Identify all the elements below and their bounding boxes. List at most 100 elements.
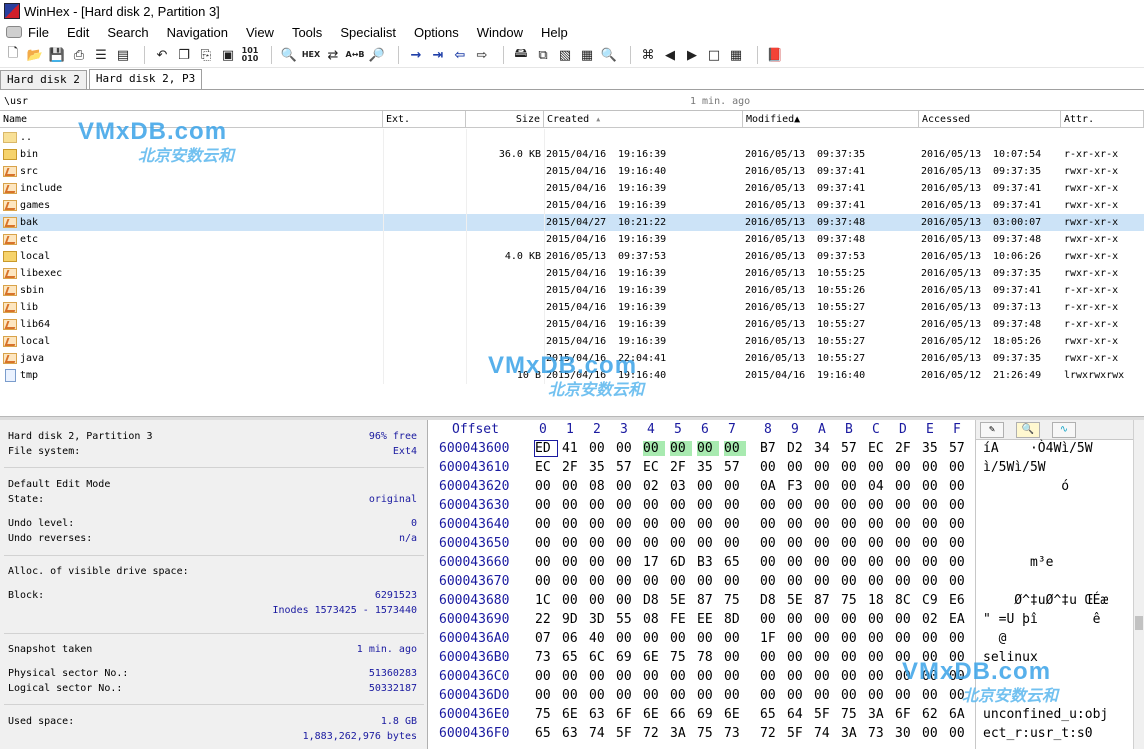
hex-byte[interactable]: 00 bbox=[589, 555, 611, 570]
hex-byte[interactable]: 00 bbox=[724, 479, 746, 494]
hex-byte[interactable]: 04 bbox=[868, 479, 890, 494]
copy-icon[interactable]: ❐ bbox=[175, 46, 193, 64]
hex-byte[interactable]: 00 bbox=[841, 612, 863, 627]
hex-byte[interactable]: 73 bbox=[535, 650, 557, 665]
hex-byte[interactable]: 00 bbox=[616, 593, 638, 608]
hex-byte[interactable]: 0A bbox=[760, 479, 782, 494]
hex-byte[interactable]: 00 bbox=[589, 688, 611, 703]
hex-byte[interactable]: 00 bbox=[724, 536, 746, 551]
hex-byte[interactable]: 74 bbox=[589, 726, 611, 741]
template-icon[interactable]: 🔍 bbox=[1016, 422, 1040, 438]
hex-byte[interactable]: 8D bbox=[724, 612, 746, 627]
hex-byte[interactable]: 35 bbox=[589, 460, 611, 475]
file-row[interactable]: .. bbox=[0, 129, 1144, 146]
hex-byte[interactable]: 2F bbox=[562, 460, 584, 475]
hex-byte[interactable]: 41 bbox=[562, 441, 584, 456]
hex-byte[interactable]: 08 bbox=[643, 612, 665, 627]
hex-byte[interactable]: 00 bbox=[868, 574, 890, 589]
hex-byte[interactable]: 00 bbox=[616, 669, 638, 684]
hex-byte[interactable]: 00 bbox=[868, 460, 890, 475]
hex-byte[interactable]: 00 bbox=[670, 536, 692, 551]
hex-byte[interactable]: 64 bbox=[787, 707, 809, 722]
hex-byte[interactable]: EE bbox=[697, 612, 719, 627]
forward-icon[interactable]: ⇨ bbox=[473, 46, 491, 64]
hex-byte[interactable]: 6F bbox=[895, 707, 917, 722]
hex-byte[interactable]: C9 bbox=[922, 593, 944, 608]
hex-byte[interactable]: 00 bbox=[535, 669, 557, 684]
hex-byte[interactable]: 00 bbox=[643, 517, 665, 532]
hex-byte[interactable]: 00 bbox=[616, 688, 638, 703]
hex-byte[interactable]: 00 bbox=[760, 612, 782, 627]
hex-byte[interactable]: 00 bbox=[841, 555, 863, 570]
hex-byte[interactable]: 00 bbox=[643, 536, 665, 551]
goto-sector-icon[interactable]: ⇥ bbox=[429, 46, 447, 64]
hex-byte[interactable]: 00 bbox=[562, 479, 584, 494]
open-folder-icon[interactable]: 📂 bbox=[26, 46, 44, 64]
vertical-scrollbar[interactable] bbox=[1133, 420, 1144, 749]
hex-byte[interactable]: 00 bbox=[787, 574, 809, 589]
hex-byte[interactable]: 00 bbox=[922, 650, 944, 665]
hex-byte[interactable]: 00 bbox=[868, 631, 890, 646]
hex-byte[interactable]: 00 bbox=[895, 650, 917, 665]
hex-byte[interactable]: 75 bbox=[697, 726, 719, 741]
hex-byte[interactable]: 00 bbox=[670, 688, 692, 703]
hex-byte[interactable]: 00 bbox=[895, 479, 917, 494]
hex-byte[interactable]: 00 bbox=[643, 574, 665, 589]
hex-byte[interactable]: 00 bbox=[589, 593, 611, 608]
file-row[interactable]: src 2015/04/16 19:16:40 2016/05/13 09:37:41 2… bbox=[0, 163, 1144, 180]
menu-options[interactable]: Options bbox=[414, 25, 459, 40]
hex-byte[interactable]: 08 bbox=[589, 479, 611, 494]
next-sector-icon[interactable]: ▶ bbox=[683, 46, 701, 64]
hex-byte[interactable]: 00 bbox=[922, 517, 944, 532]
hex-byte[interactable]: 5E bbox=[670, 593, 692, 608]
hex-byte[interactable]: 9D bbox=[562, 612, 584, 627]
hex-byte[interactable]: 5F bbox=[814, 707, 836, 722]
find-icon[interactable]: 🔍 bbox=[280, 46, 298, 64]
hex-byte[interactable]: 65 bbox=[724, 555, 746, 570]
hex-byte[interactable]: 00 bbox=[787, 498, 809, 513]
hex-byte[interactable]: 17 bbox=[643, 555, 665, 570]
hex-byte[interactable]: 00 bbox=[670, 498, 692, 513]
hex-byte[interactable]: 00 bbox=[922, 536, 944, 551]
hex-byte[interactable]: 72 bbox=[643, 726, 665, 741]
hex-byte[interactable]: 00 bbox=[787, 517, 809, 532]
hex-byte[interactable]: 00 bbox=[643, 498, 665, 513]
hex-byte[interactable]: 00 bbox=[562, 688, 584, 703]
hex-byte[interactable]: 00 bbox=[616, 536, 638, 551]
hex-byte[interactable]: 00 bbox=[760, 498, 782, 513]
hex-byte[interactable]: 72 bbox=[760, 726, 782, 741]
hex-byte[interactable]: 63 bbox=[589, 707, 611, 722]
hex-byte[interactable]: 1F bbox=[760, 631, 782, 646]
hex-byte[interactable]: 00 bbox=[562, 669, 584, 684]
col-ext[interactable]: Ext. bbox=[383, 111, 466, 128]
hex-byte[interactable]: 00 bbox=[535, 688, 557, 703]
tab-hard-disk-2-p3[interactable]: Hard disk 2, P3 bbox=[88, 69, 203, 89]
hex-byte[interactable]: 07 bbox=[535, 631, 557, 646]
hex-byte[interactable]: 00 bbox=[814, 460, 836, 475]
menu-search[interactable]: Search bbox=[107, 25, 148, 40]
hex-byte[interactable]: 3A bbox=[868, 707, 890, 722]
file-row[interactable]: bin 36.0 KB 2015/04/16 19:16:39 2016/05/13 09… bbox=[0, 146, 1144, 163]
hex-byte[interactable]: 00 bbox=[949, 688, 971, 703]
hex-byte[interactable]: 00 bbox=[949, 479, 971, 494]
hex-byte[interactable]: 5E bbox=[787, 593, 809, 608]
hex-byte[interactable]: 00 bbox=[760, 536, 782, 551]
hex-byte[interactable]: 5F bbox=[787, 726, 809, 741]
hex-byte[interactable]: 00 bbox=[922, 669, 944, 684]
hex-byte[interactable]: 00 bbox=[895, 555, 917, 570]
hex-byte[interactable]: 00 bbox=[562, 593, 584, 608]
hex-byte[interactable]: 00 bbox=[949, 517, 971, 532]
hex-byte[interactable]: 00 bbox=[868, 688, 890, 703]
col-attr[interactable]: Attr. bbox=[1061, 111, 1144, 128]
hex-byte[interactable]: 00 bbox=[724, 669, 746, 684]
hex-byte[interactable]: 00 bbox=[868, 650, 890, 665]
file-row[interactable]: java 2015/04/16 22:04:41 2016/05/13 10:55:27… bbox=[0, 350, 1144, 367]
hex-byte[interactable]: 00 bbox=[562, 498, 584, 513]
hex-byte[interactable]: 00 bbox=[922, 688, 944, 703]
hex-byte[interactable]: 00 bbox=[697, 479, 719, 494]
hex-byte[interactable]: 6A bbox=[949, 707, 971, 722]
hex-byte[interactable]: 00 bbox=[589, 669, 611, 684]
hex-byte[interactable]: 00 bbox=[841, 479, 863, 494]
hex-byte[interactable]: 00 bbox=[643, 441, 665, 456]
col-name[interactable]: Name bbox=[0, 111, 383, 128]
